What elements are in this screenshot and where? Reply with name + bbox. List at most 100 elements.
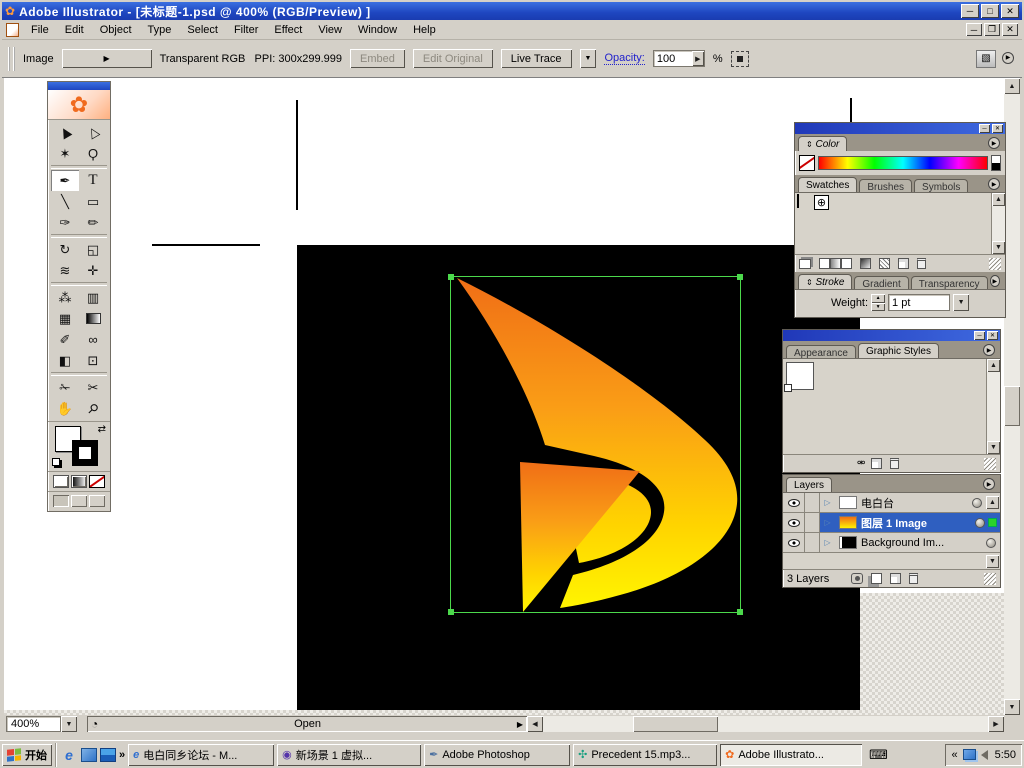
live-trace-button[interactable]: Live Trace xyxy=(501,49,572,68)
palette-close-button[interactable]: ✕ xyxy=(992,124,1003,133)
swatches-menu-icon[interactable]: ▶ xyxy=(988,178,1000,190)
scroll-down-button[interactable]: ▼ xyxy=(1004,699,1020,715)
quicklaunch-overflow-chevron[interactable]: » xyxy=(119,749,125,761)
graph-style-icon[interactable]: ▧ xyxy=(976,50,996,68)
menu-select[interactable]: Select xyxy=(180,22,225,38)
select-similar-icon[interactable] xyxy=(731,51,749,67)
none-swatch-icon[interactable] xyxy=(799,155,815,171)
swatches-scrollbar[interactable]: ▲ ▼ xyxy=(991,193,1005,254)
layer-row[interactable]: ▷ 电白台 ▲ xyxy=(783,493,1000,513)
task-illustrator[interactable]: ✿ Adobe Illustrato... xyxy=(720,744,862,766)
resize-grip-icon[interactable] xyxy=(984,573,996,585)
tray-chevron-icon[interactable]: « xyxy=(951,749,957,761)
rotate-tool[interactable]: ↻ xyxy=(51,239,79,260)
stroke-menu-icon[interactable]: ▶ xyxy=(990,275,1000,287)
tab-appearance[interactable]: Appearance xyxy=(786,345,856,358)
menu-view[interactable]: View xyxy=(311,22,349,38)
tab-gradient[interactable]: Gradient xyxy=(854,276,908,289)
tab-transparency[interactable]: Transparency xyxy=(911,276,988,289)
doc-close-button[interactable]: ✕ xyxy=(1002,23,1018,36)
tab-layers[interactable]: Layers xyxy=(786,477,832,492)
color-menu-icon[interactable]: ▶ xyxy=(988,137,1000,149)
vertical-scrollbar[interactable]: ▲ ▼ xyxy=(1004,78,1020,715)
opacity-link[interactable]: Opacity: xyxy=(604,52,644,65)
standard-screen-button[interactable] xyxy=(53,495,69,507)
scroll-up-button[interactable]: ▲ xyxy=(1004,78,1020,94)
graph-tool[interactable]: ▥ xyxy=(79,287,107,308)
doc-restore-button[interactable]: ❐ xyxy=(984,23,1000,36)
layer-name[interactable]: Background Im... xyxy=(861,537,986,549)
selection-tool[interactable]: ▶ xyxy=(51,122,79,143)
menu-effect[interactable]: Effect xyxy=(267,22,309,38)
weight-field[interactable]: 1 pt xyxy=(888,294,950,311)
weight-stepper[interactable]: ▲▼ xyxy=(871,294,885,311)
target-icon[interactable] xyxy=(972,498,982,508)
volume-tray-icon[interactable] xyxy=(981,750,988,760)
zoom-level-field[interactable]: 400% xyxy=(6,716,61,732)
break-link-icon[interactable]: ⚮ xyxy=(857,458,863,469)
tab-stroke[interactable]: ⇕ Stroke xyxy=(798,274,852,289)
menu-edit[interactable]: Edit xyxy=(58,22,91,38)
hscroll-left-button[interactable]: ◀ xyxy=(527,716,543,732)
embed-button[interactable]: Embed xyxy=(350,49,405,68)
zoom-tool[interactable]: ⚲ xyxy=(79,398,107,419)
tab-brushes[interactable]: Brushes xyxy=(859,179,912,192)
scroll-down-button[interactable]: ▼ xyxy=(987,441,1000,454)
flyout-arrow-button[interactable]: ▶ xyxy=(62,49,152,68)
new-sublayer-button[interactable] xyxy=(871,573,882,584)
layer-name[interactable]: 电白台 xyxy=(861,495,972,511)
hand-tool[interactable]: ✋ xyxy=(51,398,79,419)
control-bar-grip[interactable] xyxy=(8,47,15,71)
task-forum[interactable]: e 电白同乡论坛 - M... xyxy=(128,744,274,766)
placed-image[interactable] xyxy=(297,245,860,710)
graphic-styles-scrollbar[interactable]: ▲ ▼ xyxy=(986,359,1000,454)
line-segment-tool[interactable]: ╲ xyxy=(51,191,79,212)
swatch-libraries-icon[interactable] xyxy=(799,259,811,269)
layers-menu-icon[interactable]: ▶ xyxy=(983,478,995,490)
target-icon[interactable] xyxy=(975,518,985,528)
blend-tool[interactable]: ∞ xyxy=(79,329,107,350)
minimize-button[interactable]: ─ xyxy=(961,4,979,18)
quicklaunch-icon[interactable] xyxy=(81,748,97,762)
task-mp3[interactable]: ✣ Precedent 15.mp3... xyxy=(573,744,717,766)
horizontal-scroll-thumb[interactable] xyxy=(633,716,718,732)
lasso-tool[interactable]: Ϙ xyxy=(79,143,107,164)
none-mode-button[interactable] xyxy=(89,475,105,488)
none-swatch[interactable] xyxy=(797,194,799,208)
visibility-toggle[interactable] xyxy=(783,493,805,512)
magic-wand-tool[interactable]: ✶ xyxy=(51,143,79,164)
menu-file[interactable]: File xyxy=(24,22,56,38)
layer-row[interactable]: ▷ Background Im... xyxy=(783,533,1000,553)
tab-color[interactable]: ⇕ Color xyxy=(798,136,847,151)
control-bar-menu-icon[interactable]: ▶ xyxy=(1002,52,1014,64)
menu-filter[interactable]: Filter xyxy=(227,22,265,38)
path-segment-vertical-1[interactable] xyxy=(296,100,298,210)
tab-swatches[interactable]: Swatches xyxy=(798,177,857,192)
tab-graphic-styles[interactable]: Graphic Styles xyxy=(858,343,939,358)
network-tray-icon[interactable] xyxy=(963,749,976,760)
path-segment-vertical-2[interactable] xyxy=(850,98,852,125)
palette-minimize-button[interactable]: ─ xyxy=(974,331,985,340)
swap-fill-stroke-icon[interactable]: ⇄ xyxy=(98,424,106,435)
warp-tool[interactable]: ≋ xyxy=(51,260,79,281)
vertical-scroll-thumb[interactable] xyxy=(1004,386,1020,426)
scroll-down-button[interactable]: ▼ xyxy=(986,555,999,568)
delete-layer-button[interactable] xyxy=(909,573,918,584)
expand-arrow-icon[interactable]: ▷ xyxy=(820,533,835,552)
color-mode-button[interactable] xyxy=(53,475,69,488)
new-layer-button[interactable] xyxy=(890,573,901,584)
start-button[interactable]: 开始 xyxy=(2,744,52,766)
resize-grip-icon[interactable] xyxy=(989,258,1001,270)
palette-minimize-button[interactable]: ─ xyxy=(979,124,990,133)
fullscreen-button[interactable] xyxy=(89,495,105,507)
lock-toggle[interactable] xyxy=(805,513,820,532)
free-transform-tool[interactable]: ✛ xyxy=(79,260,107,281)
resize-grip-icon[interactable] xyxy=(984,458,996,470)
fullscreen-menu-button[interactable] xyxy=(71,495,87,507)
gradient-tool[interactable] xyxy=(79,308,107,329)
slice-tool[interactable]: ✁ xyxy=(51,377,79,398)
clipping-mask-button[interactable] xyxy=(851,573,863,584)
delete-style-button[interactable] xyxy=(890,458,899,469)
doc-minimize-button[interactable]: ─ xyxy=(966,23,982,36)
palette-close-button[interactable]: ✕ xyxy=(987,331,998,340)
